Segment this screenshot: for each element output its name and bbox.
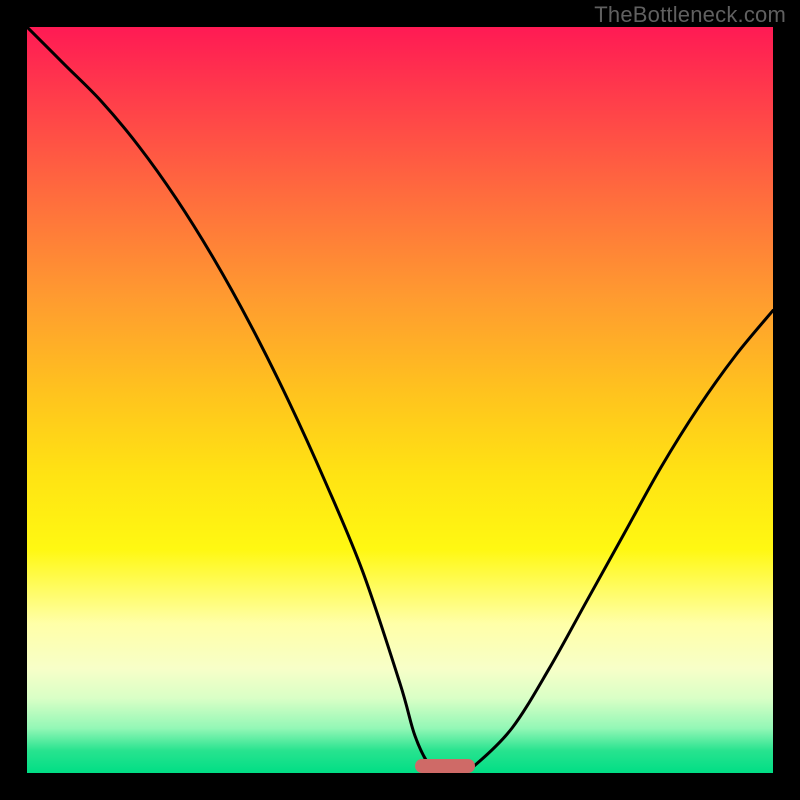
bottleneck-curve: [27, 27, 773, 773]
watermark-text: TheBottleneck.com: [594, 2, 786, 28]
chart-frame: TheBottleneck.com: [0, 0, 800, 800]
plot-area: [27, 27, 773, 773]
optimum-marker: [415, 759, 475, 773]
